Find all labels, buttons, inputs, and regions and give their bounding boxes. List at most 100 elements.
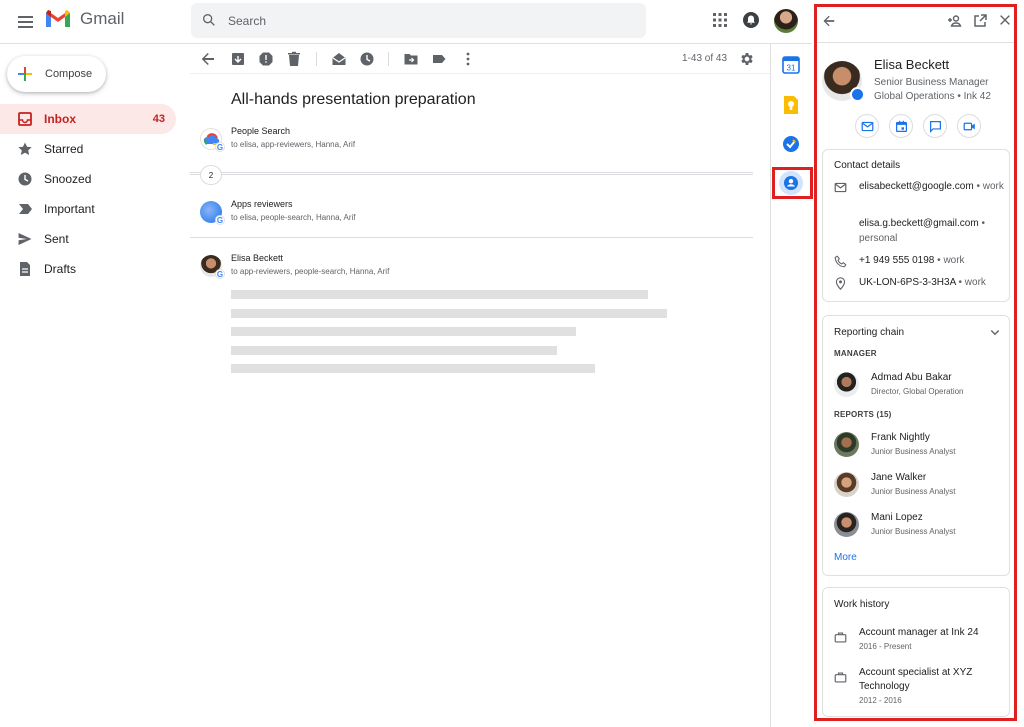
notifications-button[interactable] — [742, 11, 760, 29]
more-options-icon[interactable] — [460, 51, 476, 67]
open-new-window-icon[interactable] — [972, 13, 988, 29]
report-spam-icon[interactable] — [258, 51, 274, 67]
sidebar-item-snoozed[interactable]: Snoozed — [0, 164, 176, 194]
sidebar-item-drafts[interactable]: Drafts — [0, 254, 176, 284]
schedule-event-button[interactable] — [889, 114, 913, 138]
sidebar-item-important[interactable]: Important — [0, 194, 176, 224]
reporting-chain-card: Reporting chain MANAGER Admad Abu Bakar … — [822, 315, 1010, 576]
report-avatar[interactable] — [834, 472, 859, 497]
archive-icon[interactable] — [230, 51, 246, 67]
delete-icon[interactable] — [286, 51, 302, 67]
video-camera-icon — [963, 122, 975, 130]
mark-unread-icon[interactable] — [331, 51, 347, 67]
more-reports-link[interactable]: More — [834, 552, 857, 563]
location-type-separator: • — [958, 277, 962, 288]
clock-icon — [18, 172, 32, 186]
add-contact-icon[interactable] — [947, 13, 963, 29]
back-arrow-icon[interactable] — [200, 51, 216, 67]
phone-number[interactable]: +1 949 555 0198 • work — [859, 253, 1007, 268]
thread-subject: All-hands presentation preparation — [231, 91, 476, 108]
message-recipients: to app-reviewers, people-search, Hanna, … — [231, 267, 390, 276]
report-role: Junior Business Analyst — [871, 527, 956, 536]
message-body-placeholder — [231, 364, 595, 373]
back-arrow-icon[interactable] — [822, 14, 836, 28]
message-recipients: to elisa, people-search, Hanna, Arif — [231, 213, 356, 222]
reporting-chain-title: Reporting chain — [834, 327, 905, 338]
message-body-placeholder — [231, 327, 576, 336]
calendar-icon[interactable]: 31 — [781, 55, 801, 75]
chevron-down-icon[interactable] — [989, 326, 1001, 338]
panel-header-divider — [817, 42, 1014, 43]
move-to-icon[interactable] — [403, 51, 419, 67]
sidebar-item-starred[interactable]: Starred — [0, 134, 176, 164]
send-chat-button[interactable] — [923, 114, 947, 138]
sidebar-item-inbox[interactable]: Inbox 43 — [0, 104, 176, 134]
compose-label: Compose — [45, 68, 93, 80]
briefcase-icon — [834, 632, 847, 643]
report-name[interactable]: Jane Walker — [871, 472, 926, 483]
contacts-button[interactable] — [779, 171, 803, 195]
sidebar-item-label: Starred — [44, 142, 84, 156]
star-icon — [18, 142, 32, 155]
keep-icon[interactable] — [781, 95, 801, 115]
important-icon — [19, 204, 32, 214]
collapsed-messages-count[interactable]: 2 — [200, 165, 222, 185]
message-body-placeholder — [231, 290, 648, 299]
thread-message[interactable]: G Apps reviewers to elisa, people-search… — [190, 197, 753, 227]
compose-button[interactable]: Compose — [7, 56, 106, 92]
sidebar-item-label: Snoozed — [44, 172, 92, 186]
account-avatar[interactable] — [774, 9, 798, 33]
unread-count: 43 — [152, 113, 165, 125]
snooze-icon[interactable] — [359, 51, 375, 67]
report-name[interactable]: Mani Lopez — [871, 512, 923, 523]
personal-email[interactable]: elisa.g.beckett@gmail.com • personal — [859, 216, 1007, 246]
phone-icon — [834, 255, 847, 268]
phone-type-separator: • — [937, 255, 941, 266]
desk-location[interactable]: UK-LON-6PS-3-3H3A • work — [859, 275, 1007, 290]
pagination-text: 1-43 of 43 — [682, 53, 728, 64]
sidebar-item-label: Important — [44, 202, 95, 216]
search-bar[interactable] — [191, 3, 646, 38]
sidebar-item-sent[interactable]: Sent — [0, 224, 176, 254]
close-icon[interactable] — [998, 13, 1012, 27]
manager-avatar[interactable] — [834, 372, 859, 397]
main-menu-button[interactable] — [14, 10, 38, 34]
sidebar-item-label: Drafts — [44, 262, 77, 276]
collapsed-messages-divider[interactable] — [190, 172, 753, 175]
work-email[interactable]: elisabeckett@google.com • work — [859, 179, 1007, 194]
tasks-icon[interactable] — [781, 134, 801, 154]
message-toolbar: 1-43 of 43 — [190, 44, 770, 74]
report-name[interactable]: Frank Nightly — [871, 432, 930, 443]
google-badge-icon: G — [215, 269, 225, 279]
work-history-card: Work history Account manager at Ink 24 2… — [822, 587, 1010, 717]
search-icon[interactable] — [201, 12, 217, 28]
report-avatar[interactable] — [834, 432, 859, 457]
gmail-logo[interactable]: Gmail — [44, 8, 124, 30]
report-avatar[interactable] — [834, 512, 859, 537]
manager-name[interactable]: Admad Abu Bakar — [871, 372, 952, 383]
send-icon — [18, 233, 32, 245]
hamburger-icon — [18, 16, 33, 28]
send-email-button[interactable] — [855, 114, 879, 138]
work-history-role: Account manager at Ink 24 — [859, 627, 979, 638]
briefcase-icon — [834, 672, 847, 683]
contact-side-panel: Elisa Beckett Senior Business Manager Gl… — [817, 7, 1014, 718]
sidebar-item-label: Sent — [44, 232, 69, 246]
google-badge-icon: G — [215, 215, 225, 225]
sidebar-item-label: Inbox — [44, 112, 76, 126]
apps-button[interactable] — [711, 11, 729, 29]
message-sender: Elisa Beckett — [231, 253, 284, 263]
inbox-icon — [18, 112, 32, 126]
report-role: Junior Business Analyst — [871, 447, 956, 456]
manager-role: Director, Global Operation — [871, 387, 964, 396]
message-body-placeholder — [231, 346, 557, 355]
thread-message[interactable]: G People Search to elisa, app-reviewers,… — [190, 124, 753, 154]
video-call-button[interactable] — [957, 114, 981, 138]
location-type: work — [964, 277, 986, 288]
settings-gear-icon[interactable] — [739, 51, 755, 67]
search-input[interactable] — [228, 3, 628, 38]
contact-actions — [855, 114, 981, 138]
thread-message-open[interactable]: G Elisa Beckett to app-reviewers, people… — [190, 251, 753, 281]
label-icon[interactable] — [431, 51, 447, 67]
phone-value: +1 949 555 0198 — [859, 255, 935, 266]
